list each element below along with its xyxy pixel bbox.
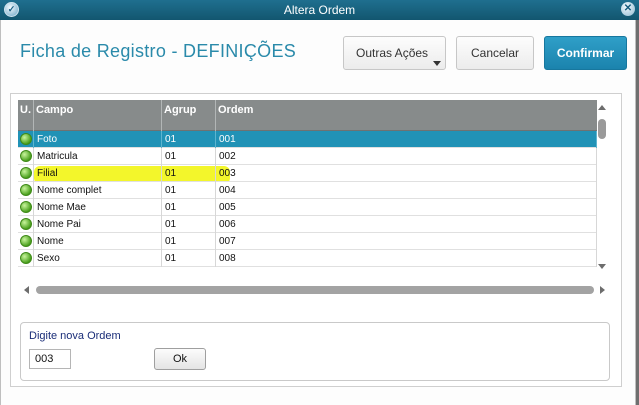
table-row[interactable]: Nome Mae 01 005 <box>18 199 597 216</box>
agrup-cell: 01 <box>162 216 216 233</box>
table-row[interactable]: Filial 01 003 <box>18 165 597 182</box>
agrup-cell: 01 <box>162 250 216 267</box>
window-title: Altera Ordem <box>283 3 356 17</box>
table-row[interactable]: Nome Pai 01 006 <box>18 216 597 233</box>
campo-cell: Nome Pai <box>34 216 162 233</box>
campo-cell: Nome complet <box>34 182 162 199</box>
agrup-cell: 01 <box>162 148 216 165</box>
close-icon[interactable]: ✕ <box>621 2 635 16</box>
campo-cell: Matricula <box>34 148 162 165</box>
scroll-up-icon[interactable] <box>598 105 606 110</box>
campo-cell: Foto <box>34 131 162 148</box>
status-green-icon <box>20 201 32 213</box>
column-header-ordem[interactable]: Ordem <box>216 100 597 131</box>
cancel-button[interactable]: Cancelar <box>456 36 534 70</box>
ordem-cell: 001 <box>216 131 597 148</box>
agrup-cell: 01 <box>162 233 216 250</box>
scroll-down-icon[interactable] <box>598 264 606 269</box>
column-header-agrup[interactable]: Agrup <box>162 100 216 131</box>
ordem-cell: 003 <box>216 165 597 182</box>
ok-button[interactable]: Ok <box>154 348 206 370</box>
ordem-cell: 002 <box>216 148 597 165</box>
status-cell <box>18 199 34 216</box>
scroll-left-icon[interactable] <box>24 286 29 294</box>
status-cell <box>18 165 34 182</box>
horizontal-scrollbar[interactable] <box>18 284 610 296</box>
campo-cell: Nome <box>34 233 162 250</box>
column-header-campo[interactable]: Campo <box>34 100 162 131</box>
status-green-icon <box>20 167 32 179</box>
status-green-icon <box>20 184 32 196</box>
campo-cell: Nome Mae <box>34 199 162 216</box>
order-grid: U. Campo Agrup Ordem Foto 01 001 Matricu… <box>18 100 597 268</box>
agrup-cell: 01 <box>162 199 216 216</box>
page-title: Ficha de Registro - DEFINIÇÕES <box>20 41 297 61</box>
table-row[interactable]: Nome 01 007 <box>18 233 597 250</box>
confirm-button[interactable]: Confirmar <box>544 36 627 70</box>
ordem-cell: 008 <box>216 250 597 267</box>
ordem-cell: 007 <box>216 233 597 250</box>
status-green-icon <box>20 252 32 264</box>
chevron-down-icon <box>433 61 441 66</box>
campo-cell: Sexo <box>34 250 162 267</box>
table-row[interactable]: Sexo 01 008 <box>18 250 597 267</box>
status-green-icon <box>20 150 32 162</box>
agrup-cell: 01 <box>162 131 216 148</box>
new-order-input[interactable] <box>29 349 71 369</box>
ordem-cell: 005 <box>216 199 597 216</box>
ordem-cell: 004 <box>216 182 597 199</box>
outras-acoes-label: Outras Ações <box>356 46 429 60</box>
new-order-label: Digite nova Ordem <box>29 330 121 342</box>
status-green-icon <box>20 133 32 145</box>
title-bar: ✓ Altera Ordem ✕ <box>0 0 639 20</box>
vertical-scrollbar[interactable] <box>596 101 608 273</box>
vertical-scroll-thumb[interactable] <box>598 119 606 139</box>
scroll-right-icon[interactable] <box>600 286 605 294</box>
status-cell <box>18 233 34 250</box>
grid-header: U. Campo Agrup Ordem <box>18 100 597 131</box>
status-green-icon <box>20 235 32 247</box>
outras-acoes-button[interactable]: Outras Ações <box>343 36 446 70</box>
status-cell <box>18 216 34 233</box>
agrup-cell: 01 <box>162 182 216 199</box>
new-order-group: Digite nova Ordem Ok <box>20 322 610 381</box>
agrup-cell: 01 <box>162 165 216 182</box>
status-cell <box>18 148 34 165</box>
horizontal-scroll-thumb[interactable] <box>36 286 594 294</box>
table-row[interactable]: Foto 01 001 <box>18 131 597 148</box>
column-header-status[interactable]: U. <box>18 100 34 131</box>
status-cell <box>18 182 34 199</box>
status-cell <box>18 250 34 267</box>
status-cell <box>18 131 34 148</box>
table-row[interactable]: Matricula 01 002 <box>18 148 597 165</box>
status-green-icon <box>20 218 32 230</box>
table-row[interactable]: Nome complet 01 004 <box>18 182 597 199</box>
campo-cell: Filial <box>34 165 162 182</box>
ordem-cell: 006 <box>216 216 597 233</box>
